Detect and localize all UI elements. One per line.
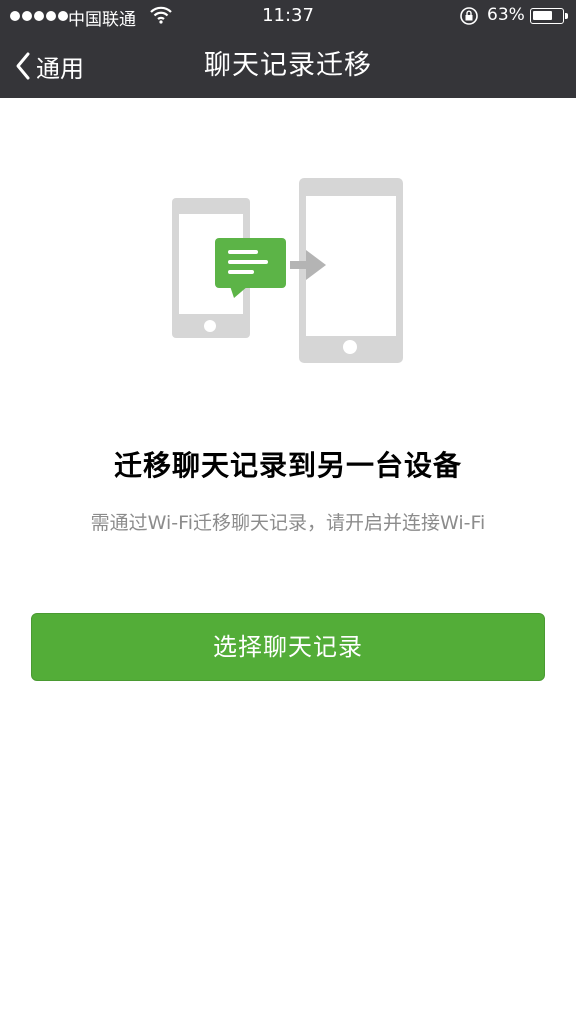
battery-icon: [530, 8, 568, 24]
page-title: 聊天记录迁移: [204, 50, 372, 81]
wifi-requirement-text: 需通过Wi-Fi迁移聊天记录，请开启并连接Wi-Fi: [90, 512, 486, 534]
select-chat-history-button[interactable]: 选择聊天记录: [31, 613, 545, 681]
battery-percentage: 63%: [487, 5, 525, 25]
migration-headline: 迁移聊天记录到另一台设备: [113, 449, 462, 482]
navigation-header: 中国联通 11:37 63% 通用 聊天记录迁移: [0, 0, 576, 98]
rotation-lock-icon: [460, 7, 478, 25]
chat-migration-illustration: [172, 178, 403, 363]
status-bar: 中国联通 11:37 63%: [0, 0, 576, 32]
